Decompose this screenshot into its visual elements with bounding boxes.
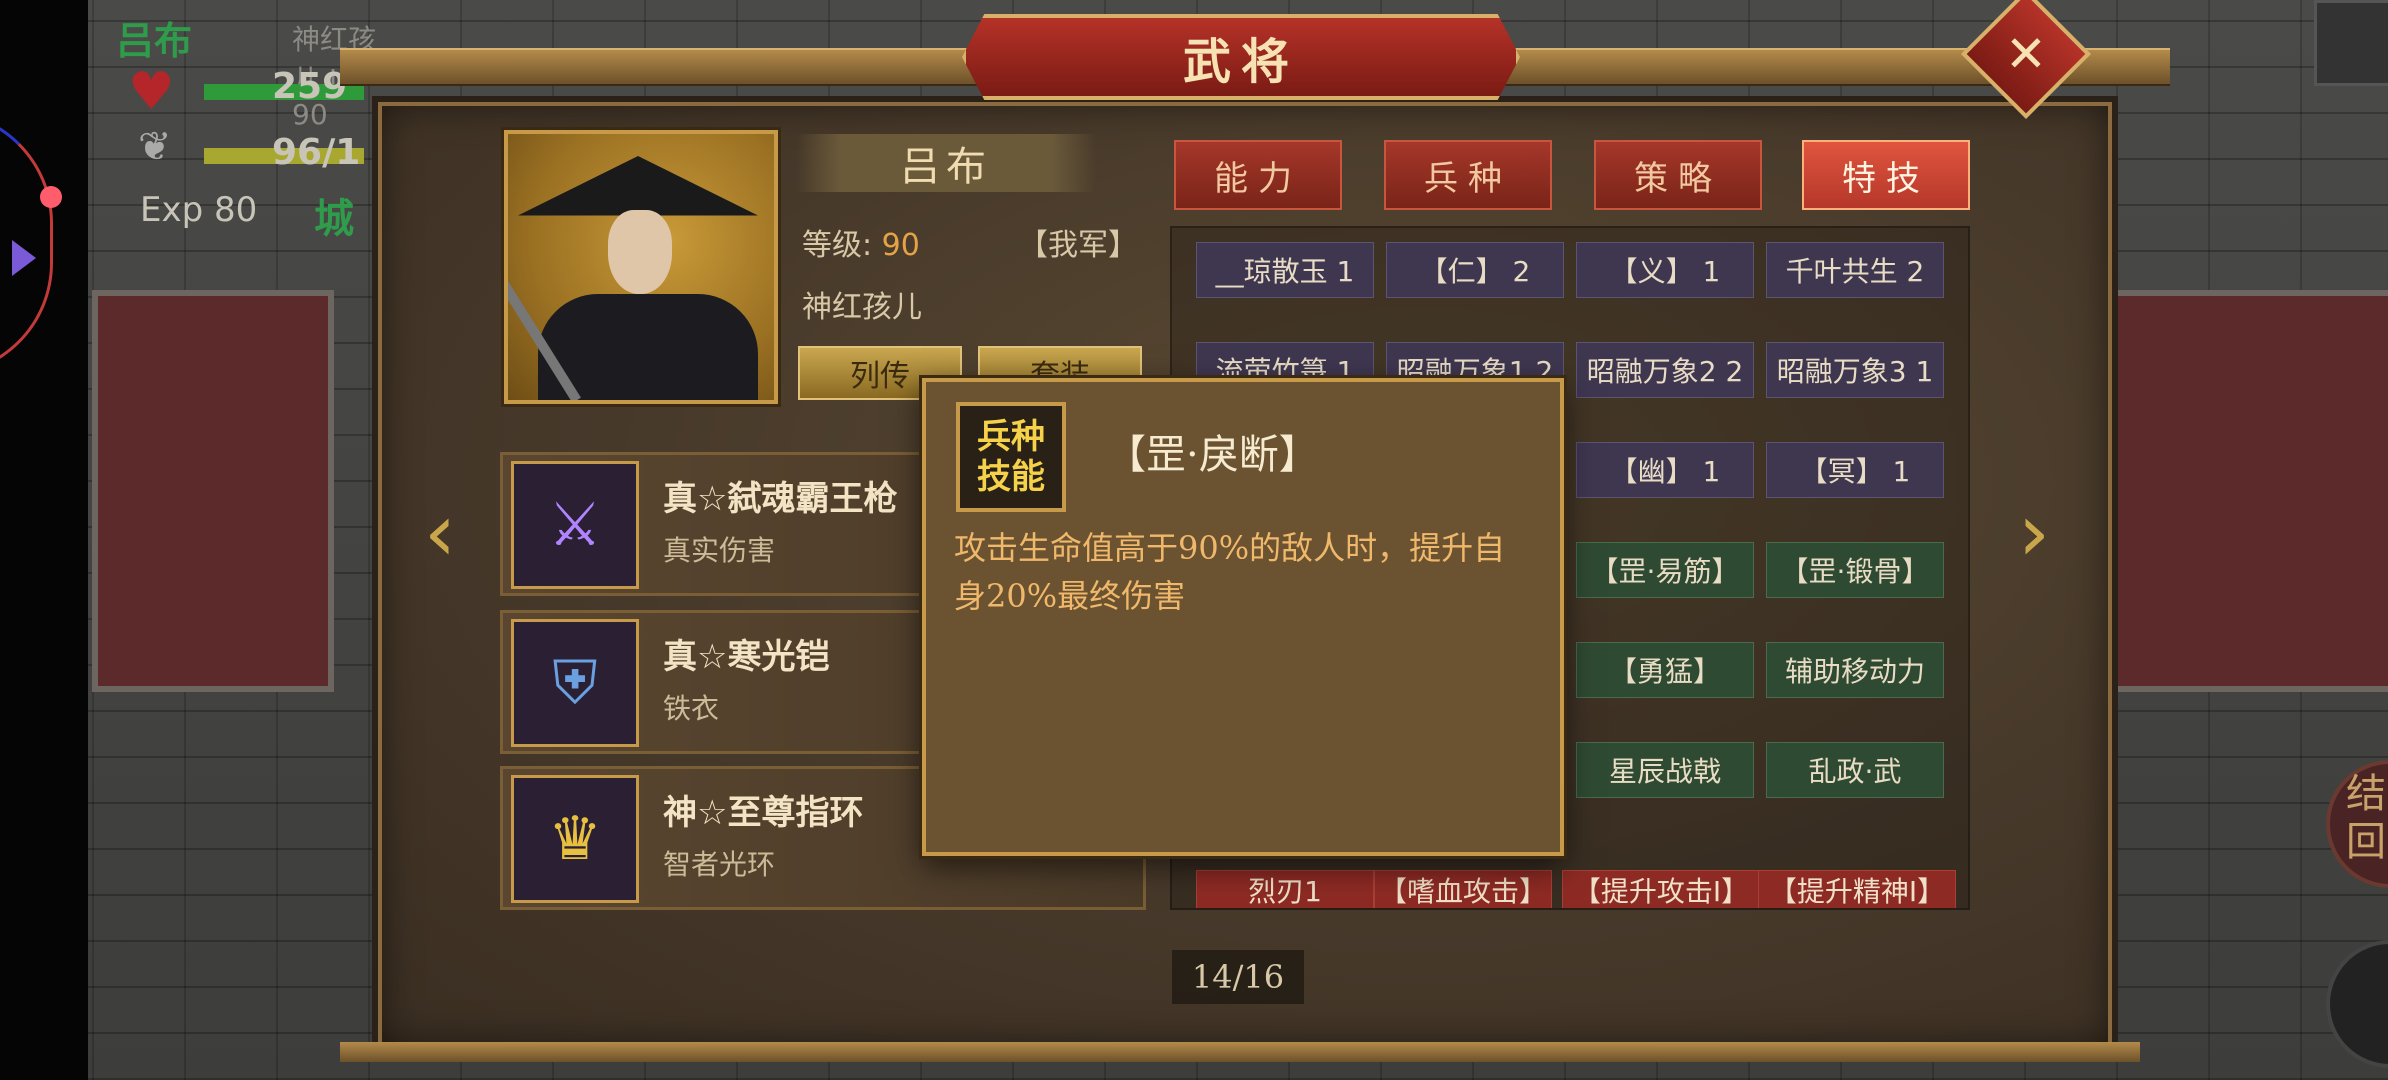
- spear-icon: ⚔: [511, 461, 639, 589]
- skill-chip[interactable]: 【义】 1: [1576, 242, 1754, 298]
- window-title: 武将: [1182, 34, 1299, 90]
- general-name: 吕布: [900, 144, 992, 190]
- window-title-plate: 武将: [962, 14, 1520, 100]
- general-portrait: [504, 130, 778, 404]
- notification-dot: [40, 186, 62, 208]
- skill-chip[interactable]: 【仁】 2: [1386, 242, 1564, 298]
- ring-icon: ♛: [511, 775, 639, 903]
- skill-chip[interactable]: 【罡·易筋】: [1576, 542, 1754, 598]
- equip-desc: 真实伤害: [663, 534, 776, 567]
- skill-chip[interactable]: 【冥】 1: [1766, 442, 1944, 498]
- tab-troop[interactable]: 兵种: [1384, 140, 1552, 210]
- skill-chip[interactable]: 昭融万象3 1: [1766, 342, 1944, 398]
- city-label: 城: [314, 196, 354, 242]
- troop-skill-badge: 兵种 技能: [956, 402, 1066, 512]
- skill-chip[interactable]: 【勇猛】: [1576, 642, 1754, 698]
- skill-chip[interactable]: 【罡·锻骨】: [1766, 542, 1944, 598]
- mp-value: 96/1: [272, 132, 361, 173]
- skill-chip[interactable]: 【嗜血攻击】: [1374, 870, 1552, 908]
- skill-chip[interactable]: 辅助移动力: [1766, 642, 1944, 698]
- equip-desc: 智者光环: [663, 848, 776, 881]
- skill-chip[interactable]: 乱政·武: [1766, 742, 1944, 798]
- heart-icon: ♥: [128, 62, 175, 122]
- tooltip-description: 攻击生命值高于90%的敌人时，提升自身20%最终伤害: [954, 529, 1506, 615]
- faction-label: 【我军】: [1018, 228, 1138, 263]
- skill-chip[interactable]: 【幽】 1: [1576, 442, 1754, 498]
- building-wall-right: [2112, 290, 2388, 692]
- skill-chip[interactable]: 【提升精神Ⅰ】: [1758, 870, 1956, 908]
- skill-tooltip: 兵种 技能 【罡·戾断】 攻击生命值高于90%的敌人时，提升自身20%最终伤害: [922, 378, 1564, 856]
- owner-name: 神红孩儿: [802, 290, 922, 325]
- panel-bottom-border: [340, 1042, 2140, 1062]
- skill-chip[interactable]: __琼散玉 1: [1196, 242, 1374, 298]
- menu-icon[interactable]: [2314, 0, 2388, 86]
- skill-chip[interactable]: 千叶共生 2: [1766, 242, 1944, 298]
- level-value: 90: [881, 228, 920, 263]
- skill-chip[interactable]: 星辰战戟: [1576, 742, 1754, 798]
- skill-chip[interactable]: 【提升攻击Ⅰ】: [1562, 870, 1760, 908]
- tab-ability[interactable]: 能力: [1174, 140, 1342, 210]
- side-drawer-area: [0, 0, 88, 1080]
- general-name-plate: 吕布: [796, 134, 1096, 192]
- page-indicator: 14/16: [1172, 950, 1304, 1004]
- unit-hud: 吕布 神红孩儿 Lv 90 ♥ 259 ❦ 96/1 Exp 80 城: [92, 0, 392, 242]
- hud-unit-name: 吕布: [116, 19, 193, 63]
- feather-icon: ❦: [138, 124, 172, 170]
- tooltip-title: 【罡·戾断】: [1106, 432, 1319, 478]
- armor-icon: ⛨: [511, 619, 639, 747]
- skill-chip[interactable]: 昭融万象2 2: [1576, 342, 1754, 398]
- equip-name: 真☆寒光铠: [663, 637, 830, 677]
- hp-value: 259: [272, 66, 348, 107]
- exp-value: Exp 80: [140, 190, 258, 230]
- tab-strategy[interactable]: 策略: [1594, 140, 1762, 210]
- skill-chip[interactable]: 烈刃1: [1196, 870, 1374, 908]
- tab-special-skill[interactable]: 特技: [1802, 140, 1970, 210]
- equip-name: 神☆至尊指环: [663, 793, 864, 833]
- building-wall-left: [92, 290, 334, 692]
- level-row: 等级: 90: [802, 220, 920, 264]
- close-icon: ✕: [2005, 25, 2047, 84]
- level-label: 等级:: [802, 228, 873, 263]
- equip-name: 真☆弑魂霸王枪: [663, 479, 898, 519]
- drawer-arrow-icon[interactable]: [12, 240, 36, 276]
- equip-desc: 铁衣: [663, 692, 720, 725]
- next-general-arrow-icon[interactable]: ›: [2004, 486, 2064, 579]
- prev-general-arrow-icon[interactable]: ‹: [410, 486, 470, 579]
